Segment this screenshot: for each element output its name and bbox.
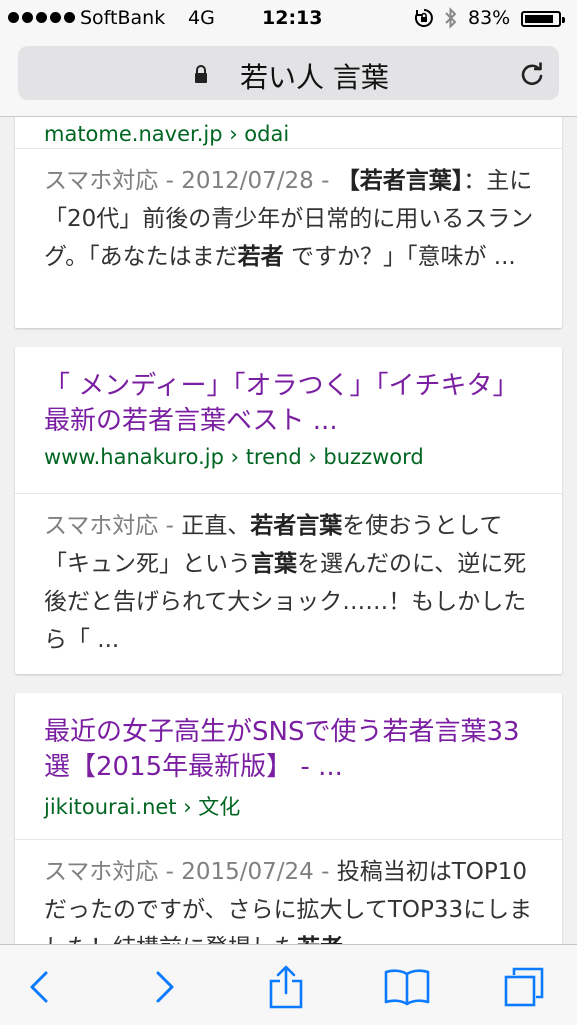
snippet-bold: 【若者言葉】 xyxy=(336,168,464,194)
tabs-icon[interactable] xyxy=(502,965,546,1009)
snippet-text: ですか？」「意味が ... xyxy=(283,244,516,270)
snippet-bold: 若者 xyxy=(297,935,343,944)
result-card[interactable]: matome.naver.jp › odai スマホ対応 - 2012/07/2… xyxy=(15,117,562,328)
bookmarks-icon[interactable] xyxy=(384,965,430,1009)
bottom-toolbar xyxy=(0,944,577,1025)
result-title-link[interactable]: 「 メンディー」「オラつく」「イチキタ」最新の若者言葉ベスト ... xyxy=(44,369,534,439)
carrier-label: SoftBank xyxy=(80,7,166,29)
back-icon[interactable] xyxy=(18,965,62,1009)
result-snippet: スマホ対応 - 2012/07/28 - 【若者言葉】：主に「20代」前後の青少… xyxy=(44,162,540,276)
result-card: 最近の女子高生がSNSで使う若者言葉33選【2015年最新版】 - ... ji… xyxy=(15,693,562,944)
result-card: 「 メンディー」「オラつく」「イチキタ」最新の若者言葉ベスト ... www.h… xyxy=(15,347,562,674)
result-url[interactable]: jikitourai.net › 文化 xyxy=(44,791,240,821)
snippet-meta: スマホ対応 - 2015/07/24 - xyxy=(44,859,337,885)
snippet-bold: 若者言葉 xyxy=(250,513,343,539)
result-url[interactable]: www.hanakuro.jp › trend › buzzword xyxy=(44,445,424,469)
lock-icon xyxy=(195,65,207,83)
battery-fill xyxy=(525,15,553,23)
signal-dots-icon xyxy=(8,12,75,23)
clock: 12:13 xyxy=(262,7,323,29)
address-bar-container: 若い人 言葉 xyxy=(0,38,577,117)
bluetooth-icon xyxy=(445,7,457,29)
snippet-text: 正直、 xyxy=(181,513,251,539)
battery-icon xyxy=(521,11,565,27)
result-url[interactable]: matome.naver.jp › odai xyxy=(44,122,289,146)
share-icon[interactable] xyxy=(264,965,308,1009)
result-snippet: スマホ対応 - 正直、若者言葉を使おうとして「キュン死」という言葉を選んだのに、… xyxy=(44,507,540,659)
snippet-meta: スマホ対応 - 2012/07/28 - xyxy=(44,168,337,194)
status-bar: SoftBank 4G 12:13 83% xyxy=(0,0,577,38)
forward-icon[interactable] xyxy=(142,965,186,1009)
result-snippet: スマホ対応 - 2015/07/24 - 投稿当初はTOP10だったのですが、さ… xyxy=(44,853,540,944)
address-bar[interactable]: 若い人 言葉 xyxy=(18,46,559,100)
search-results: matome.naver.jp › odai スマホ対応 - 2012/07/2… xyxy=(0,117,577,944)
snippet-bold: 言葉 xyxy=(251,551,297,577)
reload-icon[interactable] xyxy=(518,60,546,88)
network-type: 4G xyxy=(188,7,215,29)
snippet-bold: 若者 xyxy=(237,244,284,270)
search-query[interactable]: 若い人 言葉 xyxy=(240,56,389,96)
snippet-meta: スマホ対応 - xyxy=(44,513,182,539)
battery-percent: 83% xyxy=(468,7,511,29)
result-title-link[interactable]: 最近の女子高生がSNSで使う若者言葉33選【2015年最新版】 - ... xyxy=(44,715,534,785)
rotation-lock-icon xyxy=(414,9,433,27)
